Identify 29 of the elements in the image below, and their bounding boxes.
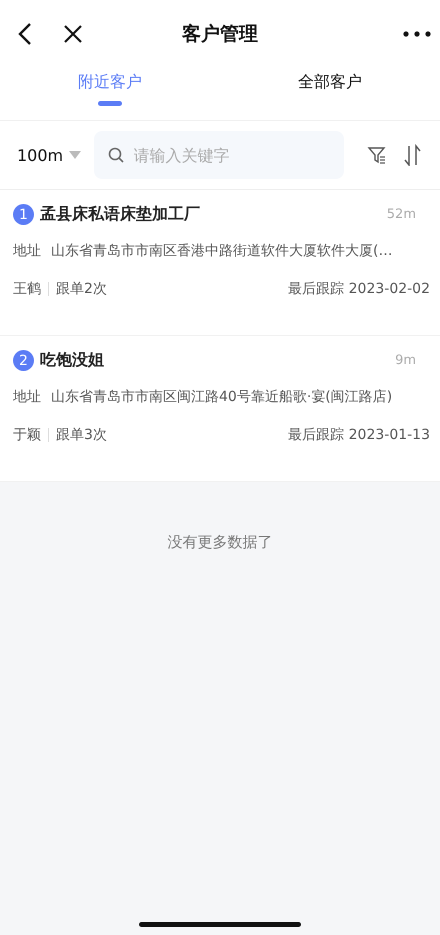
no-more-data-text: 没有更多数据了 xyxy=(168,533,272,551)
search-field[interactable]: 请输入关键字 xyxy=(94,131,344,179)
address-label: 地址 xyxy=(13,388,41,406)
address-text: 山东省青岛市市南区闽江路40号靠近船歌·宴(闽江路店) xyxy=(51,388,392,406)
last-follow-date: 最后跟踪 2023-02-02 xyxy=(288,280,430,298)
distance-dropdown[interactable]: 100m xyxy=(17,146,84,164)
customer-card[interactable]: 1 孟县床私语床垫加工厂 52m 地址 山东省青岛市市南区香港中路街道软件大厦软件大厦(… 王鹤 跟单2次 最后跟踪 2023-02-02 xyxy=(0,190,440,336)
close-icon xyxy=(63,24,83,44)
caret-icon xyxy=(69,151,82,159)
address-label: 地址 xyxy=(13,242,41,260)
customer-card[interactable]: 2 吃饱没姐 9m 地址 山东省青岛市市南区闽江路40号靠近船歌·宴(闽江路店) 于颖 跟单3次 最后跟踪 2023-01-13 xyxy=(0,336,440,482)
distance-text: 9m xyxy=(395,353,416,368)
index-badge: 2 xyxy=(13,350,34,371)
owner-name: 于颖 xyxy=(13,426,41,444)
owner-name: 王鹤 xyxy=(13,280,41,298)
search-icon xyxy=(108,147,124,163)
more-icon xyxy=(403,31,431,37)
page-title: 客户管理 xyxy=(182,22,258,47)
address-text: 山东省青岛市市南区香港中路街道软件大厦软件大厦(… xyxy=(51,242,392,260)
follow-count: 跟单3次 xyxy=(56,426,107,444)
last-follow-date: 最后跟踪 2023-01-13 xyxy=(288,426,430,444)
follow-count: 跟单2次 xyxy=(56,280,107,298)
tab[interactable]: 全部客户 xyxy=(220,68,440,120)
distance-text: 52m xyxy=(386,207,416,222)
customer-name: 孟县床私语床垫加工厂 xyxy=(40,204,200,225)
customer-name: 吃饱没姐 xyxy=(40,350,104,371)
tab[interactable]: 附近客户 xyxy=(0,68,220,120)
index-badge: 1 xyxy=(13,204,34,225)
back-icon xyxy=(17,22,33,46)
